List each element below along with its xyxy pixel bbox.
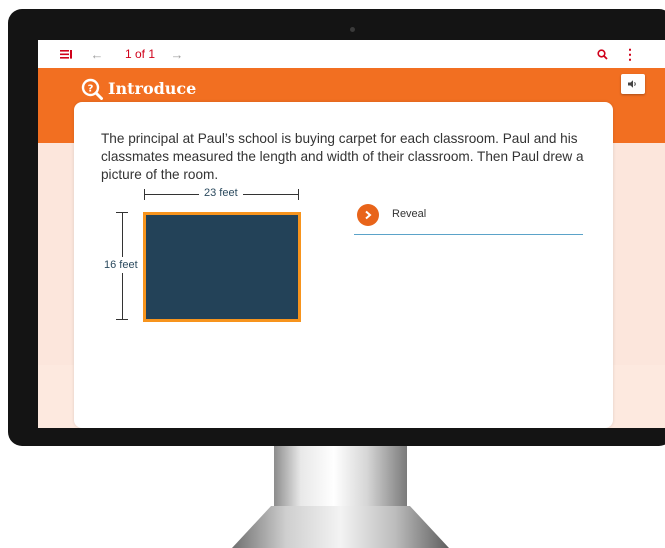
audio-button[interactable] [621, 74, 645, 94]
monitor-stand-neck [274, 446, 407, 506]
chevron-right-icon [365, 210, 372, 220]
problem-text: The principal at Paul’s school is buying… [101, 131, 584, 182]
width-tick-left [144, 189, 145, 200]
content-card: The principal at Paul’s school is buying… [74, 102, 613, 428]
height-tick-top [116, 212, 128, 213]
arrow-right-icon[interactable]: → [169, 45, 185, 63]
height-label: 16 feet [104, 257, 138, 273]
monitor-stand-base [232, 506, 449, 548]
camera-dot [350, 27, 355, 32]
reveal-label[interactable]: Reveal [392, 208, 426, 220]
more-vertical-icon[interactable]: ⋮ [623, 45, 637, 63]
arrow-left-icon[interactable]: ← [89, 45, 105, 63]
search-icon[interactable] [594, 45, 610, 63]
height-tick-bottom [116, 319, 128, 320]
svg-text:?: ? [88, 83, 94, 94]
page-counter: 1 of 1 [125, 47, 156, 61]
monitor: ← 1 of 1 → ⋮ ? Introduce The principal a… [8, 9, 665, 446]
reveal-divider [354, 234, 583, 235]
width-label: 23 feet [199, 187, 243, 199]
screen: ← 1 of 1 → ⋮ ? Introduce The principal a… [38, 40, 665, 428]
reveal-button[interactable] [357, 204, 379, 226]
width-tick-right [298, 189, 299, 200]
toolbar: ← 1 of 1 → ⋮ [38, 40, 665, 68]
menu-icon[interactable] [58, 45, 74, 63]
speaker-icon [628, 80, 636, 88]
section-title: Introduce [108, 79, 197, 98]
magnifier-question-icon: ? [81, 78, 103, 100]
room-rectangle [143, 212, 301, 322]
